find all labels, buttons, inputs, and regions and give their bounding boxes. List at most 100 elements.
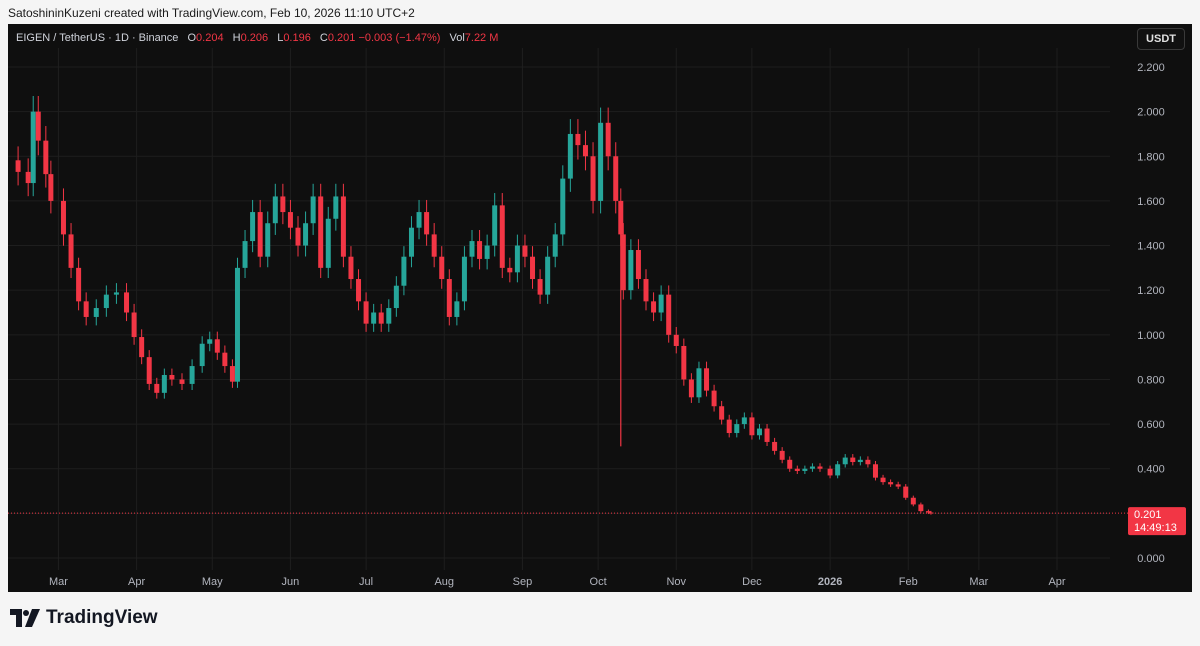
candle-body bbox=[234, 267, 240, 382]
candle-body bbox=[545, 256, 551, 295]
candle-body bbox=[567, 133, 573, 179]
candle-body bbox=[222, 352, 228, 367]
candle-body bbox=[643, 279, 649, 302]
candle-body bbox=[340, 196, 346, 257]
candle-body bbox=[651, 301, 657, 313]
candle-body bbox=[60, 200, 66, 235]
candle-body bbox=[726, 419, 732, 434]
candle-body bbox=[477, 241, 483, 259]
candle-body bbox=[393, 285, 399, 309]
candle-body bbox=[371, 312, 377, 324]
tradingview-wordmark: TradingView bbox=[46, 607, 158, 628]
candle-body bbox=[416, 212, 422, 228]
candle-body bbox=[431, 234, 437, 257]
candle-body bbox=[794, 468, 800, 471]
volume-value: 7.22 M bbox=[464, 32, 499, 44]
candle-body bbox=[401, 256, 407, 286]
y-tick-label: 0.000 bbox=[1137, 553, 1165, 565]
candle-body bbox=[348, 256, 354, 280]
candle-body bbox=[605, 122, 611, 157]
symbol-label[interactable]: EIGEN / TetherUS · 1D · Binance bbox=[16, 32, 178, 44]
y-tick-label: 0.400 bbox=[1137, 464, 1165, 476]
candle-body bbox=[439, 256, 445, 280]
candle-body bbox=[666, 294, 672, 335]
candle-body bbox=[613, 156, 619, 201]
candle-body bbox=[635, 250, 641, 280]
candle-body bbox=[850, 457, 856, 463]
chart-panel[interactable]: 0.0000.2000.4000.6000.8001.0001.2001.400… bbox=[8, 24, 1192, 592]
candle-body bbox=[772, 441, 778, 451]
candle-body bbox=[333, 196, 339, 219]
candle-body bbox=[575, 133, 581, 146]
x-tick-label: Aug bbox=[434, 576, 454, 588]
x-tick-label: Apr bbox=[1048, 576, 1065, 588]
volume-label: Vol bbox=[449, 32, 465, 44]
y-tick-label: 2.000 bbox=[1137, 107, 1165, 119]
x-tick-label: Jun bbox=[282, 576, 300, 588]
y-tick-label: 0.600 bbox=[1137, 419, 1165, 431]
candle-body bbox=[492, 205, 498, 246]
candle-body bbox=[681, 345, 687, 380]
candle-body bbox=[809, 466, 815, 469]
candle-body bbox=[146, 357, 152, 384]
candle-body bbox=[925, 511, 931, 513]
currency-button[interactable]: USDT bbox=[1137, 28, 1185, 50]
y-tick-label: 1.400 bbox=[1137, 241, 1165, 253]
candle-body bbox=[918, 504, 924, 512]
y-tick-label: 1.600 bbox=[1137, 196, 1165, 208]
candle-body bbox=[484, 245, 490, 259]
change-value: −0.003 (−1.47%) bbox=[358, 32, 441, 44]
candle-body bbox=[161, 374, 167, 393]
candle-body bbox=[741, 417, 747, 425]
candle-body bbox=[35, 111, 41, 141]
x-tick-label: Sep bbox=[513, 576, 533, 588]
candle-body bbox=[25, 171, 31, 184]
candle-body bbox=[287, 212, 293, 228]
candle-body bbox=[734, 424, 740, 434]
candle-body bbox=[880, 477, 886, 483]
candle-body bbox=[711, 390, 717, 407]
candle-body bbox=[696, 368, 702, 398]
open-value: 0.204 bbox=[196, 32, 224, 44]
chart-credit: SatoshininKuzeni created with TradingVie… bbox=[8, 6, 415, 20]
candle-body bbox=[658, 294, 664, 313]
candle-body bbox=[93, 308, 99, 317]
candle-body bbox=[719, 406, 725, 420]
candle-body bbox=[325, 218, 331, 268]
candlestick-chart[interactable]: 0.0000.2000.4000.6000.8001.0001.2001.400… bbox=[8, 24, 1192, 592]
x-tick-label: Mar bbox=[969, 576, 988, 588]
candle-body bbox=[499, 205, 505, 268]
candle-body bbox=[103, 294, 109, 309]
candle-body bbox=[169, 374, 175, 380]
candle-body bbox=[895, 484, 901, 487]
candle-body bbox=[250, 212, 256, 242]
candle-body bbox=[764, 428, 770, 442]
candle-body bbox=[154, 383, 160, 393]
x-tick-label: 2026 bbox=[818, 576, 842, 588]
candle-body bbox=[424, 212, 430, 235]
candle-body bbox=[461, 256, 467, 302]
x-tick-label: Oct bbox=[590, 576, 607, 588]
candle-body bbox=[272, 196, 278, 224]
price-tag-value: 0.201 bbox=[1134, 509, 1162, 521]
y-tick-label: 0.800 bbox=[1137, 374, 1165, 386]
low-value: 0.196 bbox=[283, 32, 311, 44]
candle-body bbox=[199, 343, 205, 367]
candle-body bbox=[43, 140, 49, 175]
candle-body bbox=[48, 174, 54, 201]
close-label: C bbox=[319, 32, 328, 44]
candle-body bbox=[242, 241, 248, 268]
candle-body bbox=[280, 196, 286, 213]
candle-body bbox=[779, 450, 785, 460]
candle-body bbox=[756, 428, 762, 436]
candle-body bbox=[865, 459, 871, 465]
candle-body bbox=[590, 156, 596, 201]
candle-body bbox=[620, 234, 626, 291]
tradingview-logo: TradingView bbox=[10, 607, 158, 629]
y-tick-label: 1.200 bbox=[1137, 285, 1165, 297]
candle-body bbox=[835, 464, 841, 476]
x-tick-label: Apr bbox=[128, 576, 145, 588]
candle-body bbox=[229, 366, 235, 382]
candle-body bbox=[408, 227, 414, 257]
candle-body bbox=[356, 279, 362, 302]
